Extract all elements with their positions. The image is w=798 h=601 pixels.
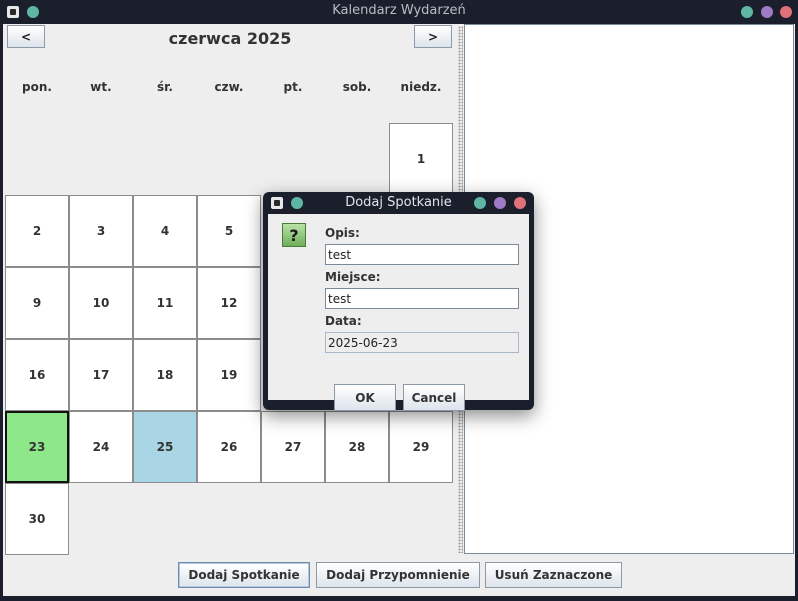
dialog-close-icon[interactable] — [514, 197, 526, 209]
day-cell[interactable]: 28 — [325, 411, 389, 483]
minimize-icon[interactable] — [741, 6, 753, 18]
day-cell[interactable]: 27 — [261, 411, 325, 483]
date-input[interactable] — [325, 332, 519, 353]
day-cell[interactable]: 1 — [389, 123, 453, 195]
place-label: Miejsce: — [325, 270, 381, 284]
day-cell[interactable]: 9 — [5, 267, 69, 339]
day-cell[interactable]: 11 — [133, 267, 197, 339]
window-titlebar: Kalendarz Wydarzeń — [0, 0, 798, 24]
question-icon: ? — [282, 223, 306, 247]
add-meeting-dialog: Dodaj Spotkanie ? Opis: Miejsce: Data: O… — [263, 192, 534, 411]
day-cell-selected[interactable]: 23 — [5, 411, 69, 483]
dialog-maximize-icon[interactable] — [494, 197, 506, 209]
ok-button[interactable]: OK — [334, 384, 396, 411]
description-input[interactable] — [325, 244, 519, 265]
cancel-button[interactable]: Cancel — [403, 384, 465, 411]
weekday-label: czw. — [214, 80, 244, 94]
weekday-label: sob. — [342, 80, 372, 94]
add-reminder-button[interactable]: Dodaj Przypomnienie — [316, 562, 480, 588]
maximize-icon[interactable] — [761, 6, 773, 18]
day-cell[interactable]: 30 — [5, 483, 69, 555]
prev-month-button[interactable]: < — [7, 25, 45, 48]
day-cell[interactable]: 4 — [133, 195, 197, 267]
day-cell[interactable]: 5 — [197, 195, 261, 267]
day-cell[interactable]: 3 — [69, 195, 133, 267]
day-cell[interactable]: 29 — [389, 411, 453, 483]
day-cell[interactable]: 12 — [197, 267, 261, 339]
dialog-content: ? Opis: Miejsce: Data: OK Cancel — [268, 214, 529, 411]
dialog-minimize-icon[interactable] — [474, 197, 486, 209]
window-border-bottom — [0, 596, 798, 601]
month-title: czerwca 2025 — [168, 29, 292, 48]
add-meeting-button[interactable]: Dodaj Spotkanie — [178, 562, 310, 588]
place-input[interactable] — [325, 288, 519, 309]
day-cell[interactable]: 19 — [197, 339, 261, 411]
window-border-left — [0, 24, 3, 601]
day-cell[interactable]: 10 — [69, 267, 133, 339]
weekday-label: pon. — [22, 80, 52, 94]
day-cell[interactable]: 16 — [5, 339, 69, 411]
weekday-label: wt. — [90, 80, 112, 94]
day-cell[interactable]: 18 — [133, 339, 197, 411]
day-cell[interactable]: 17 — [69, 339, 133, 411]
weekday-label: śr. — [157, 80, 173, 94]
next-month-button[interactable]: > — [414, 25, 452, 48]
weekday-label: niedz. — [400, 80, 442, 94]
close-icon[interactable] — [780, 6, 792, 18]
day-cell-highlighted[interactable]: 25 — [133, 411, 197, 483]
remove-selected-button[interactable]: Usuń Zaznaczone — [485, 562, 622, 588]
date-label: Data: — [325, 314, 362, 328]
day-cell[interactable]: 26 — [197, 411, 261, 483]
weekday-label: pt. — [283, 80, 303, 94]
day-cell[interactable]: 2 — [5, 195, 69, 267]
day-cell[interactable]: 24 — [69, 411, 133, 483]
window-title: Kalendarz Wydarzeń — [332, 3, 466, 18]
description-label: Opis: — [325, 226, 360, 240]
